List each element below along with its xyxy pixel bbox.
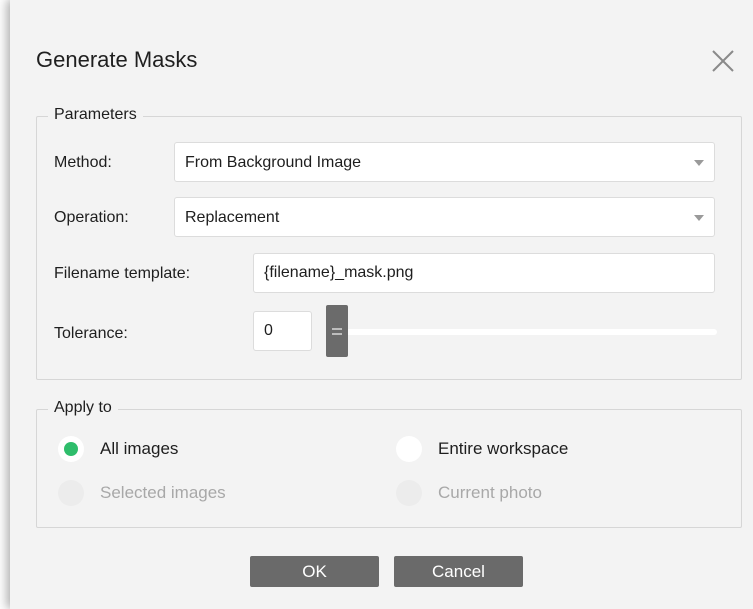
generate-masks-dialog: Generate Masks Parameters Method: From B… <box>10 0 753 609</box>
radio-current-photo: Current photo <box>396 480 542 506</box>
radio-selected-images-label: Selected images <box>100 483 226 502</box>
chevron-down-icon <box>694 215 704 221</box>
operation-select[interactable]: Replacement <box>174 197 715 237</box>
radio-selected-dot <box>64 442 78 456</box>
apply-to-group: Apply to <box>36 399 742 528</box>
radio-all-images[interactable]: All images <box>58 436 178 462</box>
radio-entire-workspace[interactable]: Entire workspace <box>396 436 568 462</box>
method-select[interactable]: From Background Image <box>174 142 715 182</box>
radio-entire-workspace-label: Entire workspace <box>438 439 569 458</box>
tolerance-slider-thumb[interactable] <box>326 305 348 357</box>
radio-current-photo-label: Current photo <box>438 483 542 502</box>
radio-button <box>396 436 422 462</box>
method-select-value: From Background Image <box>185 154 362 171</box>
operation-label: Operation: <box>54 209 129 226</box>
radio-button <box>58 480 84 506</box>
apply-to-group-label: Apply to <box>48 399 118 417</box>
cancel-button[interactable]: Cancel <box>394 556 523 587</box>
filename-template-label: Filename template: <box>54 265 191 282</box>
operation-select-value: Replacement <box>185 209 280 226</box>
dialog-title: Generate Masks <box>36 47 198 72</box>
radio-selected-images: Selected images <box>58 480 226 506</box>
tolerance-slider-track[interactable] <box>326 329 717 335</box>
ok-button[interactable]: OK <box>250 556 379 587</box>
filename-template-input[interactable] <box>253 253 715 293</box>
method-label: Method: <box>54 154 112 171</box>
close-button[interactable] <box>706 44 740 78</box>
parameters-group-label: Parameters <box>48 106 143 124</box>
tolerance-label: Tolerance: <box>54 325 128 342</box>
radio-button <box>58 436 84 462</box>
chevron-down-icon <box>694 160 704 166</box>
tolerance-input[interactable] <box>253 311 312 351</box>
radio-all-images-label: All images <box>100 439 179 458</box>
radio-button <box>396 480 422 506</box>
close-icon <box>712 50 734 72</box>
